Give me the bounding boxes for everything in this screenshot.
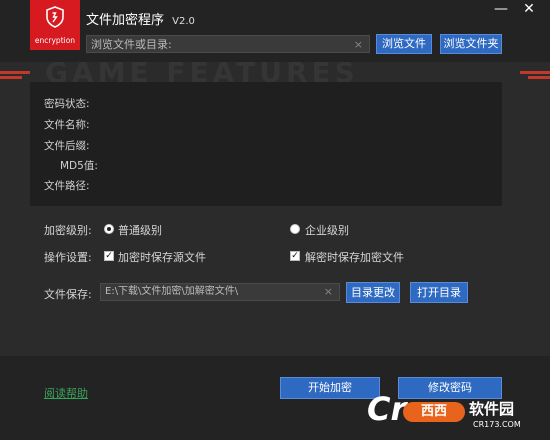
normal-level-label[interactable]: 普通级别 bbox=[118, 222, 162, 238]
watermark-badge: 西西 bbox=[403, 402, 465, 422]
browse-placeholder: 浏览文件或目录: bbox=[91, 38, 172, 51]
help-link[interactable]: 阅读帮助 bbox=[44, 385, 88, 401]
file-path-label: 文件路径: bbox=[44, 180, 90, 192]
app-title: 文件加密程序 V2.0 bbox=[86, 9, 195, 28]
keep-source-checkbox[interactable]: ✓ bbox=[104, 251, 114, 261]
file-save-label: 文件保存: bbox=[44, 288, 92, 301]
browse-path-input[interactable]: 浏览文件或目录: × bbox=[86, 35, 370, 53]
save-path-value: E:\下载\文件加密\加解密文件\ bbox=[105, 286, 239, 297]
browse-folder-button[interactable]: 浏览文件夹 bbox=[440, 34, 502, 54]
file-info-panel: 密码状态: 文件名称: 文件后缀: MD5值: 文件路径: bbox=[30, 82, 502, 206]
browse-file-button[interactable]: 浏览文件 bbox=[376, 34, 432, 54]
radio-normal-level[interactable] bbox=[104, 224, 114, 234]
save-path-input[interactable]: E:\下载\文件加密\加解密文件\ × bbox=[100, 283, 340, 301]
change-dir-button[interactable]: 目录更改 bbox=[346, 282, 400, 303]
clear-icon[interactable]: × bbox=[354, 36, 363, 54]
radio-enterprise-level[interactable] bbox=[290, 224, 300, 234]
app-version: V2.0 bbox=[172, 16, 195, 27]
watermark-url: CR173.COM bbox=[473, 420, 521, 429]
shield-icon bbox=[46, 6, 64, 28]
password-status-label: 密码状态: bbox=[44, 98, 90, 110]
app-title-text: 文件加密程序 bbox=[86, 13, 165, 28]
encryption-level-label: 加密级别: bbox=[44, 224, 92, 237]
banner-stripe bbox=[520, 71, 550, 74]
close-button[interactable]: ✕ bbox=[516, 0, 542, 18]
banner-stripe bbox=[0, 76, 22, 79]
enterprise-level-label[interactable]: 企业级别 bbox=[305, 222, 349, 238]
keep-source-label[interactable]: 加密时保存源文件 bbox=[118, 249, 206, 265]
file-ext-label: 文件后缀: bbox=[44, 140, 90, 152]
file-name-label: 文件名称: bbox=[44, 119, 90, 131]
logo-text: encryption bbox=[34, 36, 76, 45]
title-bar: encryption 文件加密程序 V2.0 — ✕ 浏览文件或目录: × 浏览… bbox=[0, 0, 550, 62]
open-dir-button[interactable]: 打开目录 bbox=[410, 282, 468, 303]
banner-stripe bbox=[528, 76, 550, 79]
md5-label: MD5值: bbox=[60, 160, 98, 172]
banner-stripe bbox=[0, 71, 30, 74]
watermark-cr: Cr bbox=[367, 390, 407, 428]
watermark-name: 软件园 bbox=[469, 400, 515, 418]
site-watermark: Cr 西西 软件园 CR173.COM bbox=[355, 390, 550, 440]
keep-encrypted-label[interactable]: 解密时保存加密文件 bbox=[305, 249, 404, 265]
clear-icon[interactable]: × bbox=[324, 284, 333, 300]
operation-settings-label: 操作设置: bbox=[44, 251, 92, 264]
keep-encrypted-checkbox[interactable]: ✓ bbox=[290, 251, 300, 261]
minimize-button[interactable]: — bbox=[488, 0, 514, 18]
app-logo: encryption bbox=[30, 0, 80, 50]
